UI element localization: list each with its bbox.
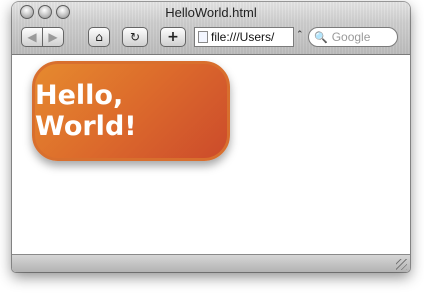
reload-icon: ↻ <box>129 30 141 44</box>
hello-world-banner: Hello, World! <box>32 61 230 161</box>
browser-window: HelloWorld.html ◀ ▶ ⌂ ↻ + file:///Users/… <box>12 2 410 272</box>
window-title: HelloWorld.html <box>165 5 257 20</box>
reload-button[interactable]: ↻ <box>122 27 148 47</box>
page-favicon-icon <box>198 31 208 43</box>
resize-grip-icon[interactable] <box>396 259 407 270</box>
toolbar: ◀ ▶ ⌂ ↻ + file:///Users/ ⌃ 🔍 Google <box>12 26 410 50</box>
home-button[interactable]: ⌂ <box>88 27 110 47</box>
back-arrow-icon: ◀ <box>27 30 37 44</box>
plus-icon: + <box>167 29 179 45</box>
search-field[interactable]: 🔍 Google <box>308 27 398 47</box>
add-bookmark-button[interactable]: + <box>160 27 186 47</box>
address-text: file:///Users/ <box>211 30 275 44</box>
address-history-chevron-icon[interactable]: ⌃ <box>296 30 304 40</box>
back-button[interactable]: ◀ <box>21 27 43 47</box>
search-placeholder: Google <box>331 30 371 44</box>
status-bar <box>12 254 410 272</box>
forward-arrow-icon: ▶ <box>48 30 58 44</box>
address-field[interactable]: file:///Users/ <box>194 27 294 47</box>
page-content: Hello, World! <box>12 55 410 255</box>
forward-button[interactable]: ▶ <box>42 27 64 47</box>
search-icon: 🔍 <box>314 31 328 44</box>
home-icon: ⌂ <box>95 30 103 44</box>
title-bar: HelloWorld.html ◀ ▶ ⌂ ↻ + file:///Users/… <box>12 2 410 55</box>
